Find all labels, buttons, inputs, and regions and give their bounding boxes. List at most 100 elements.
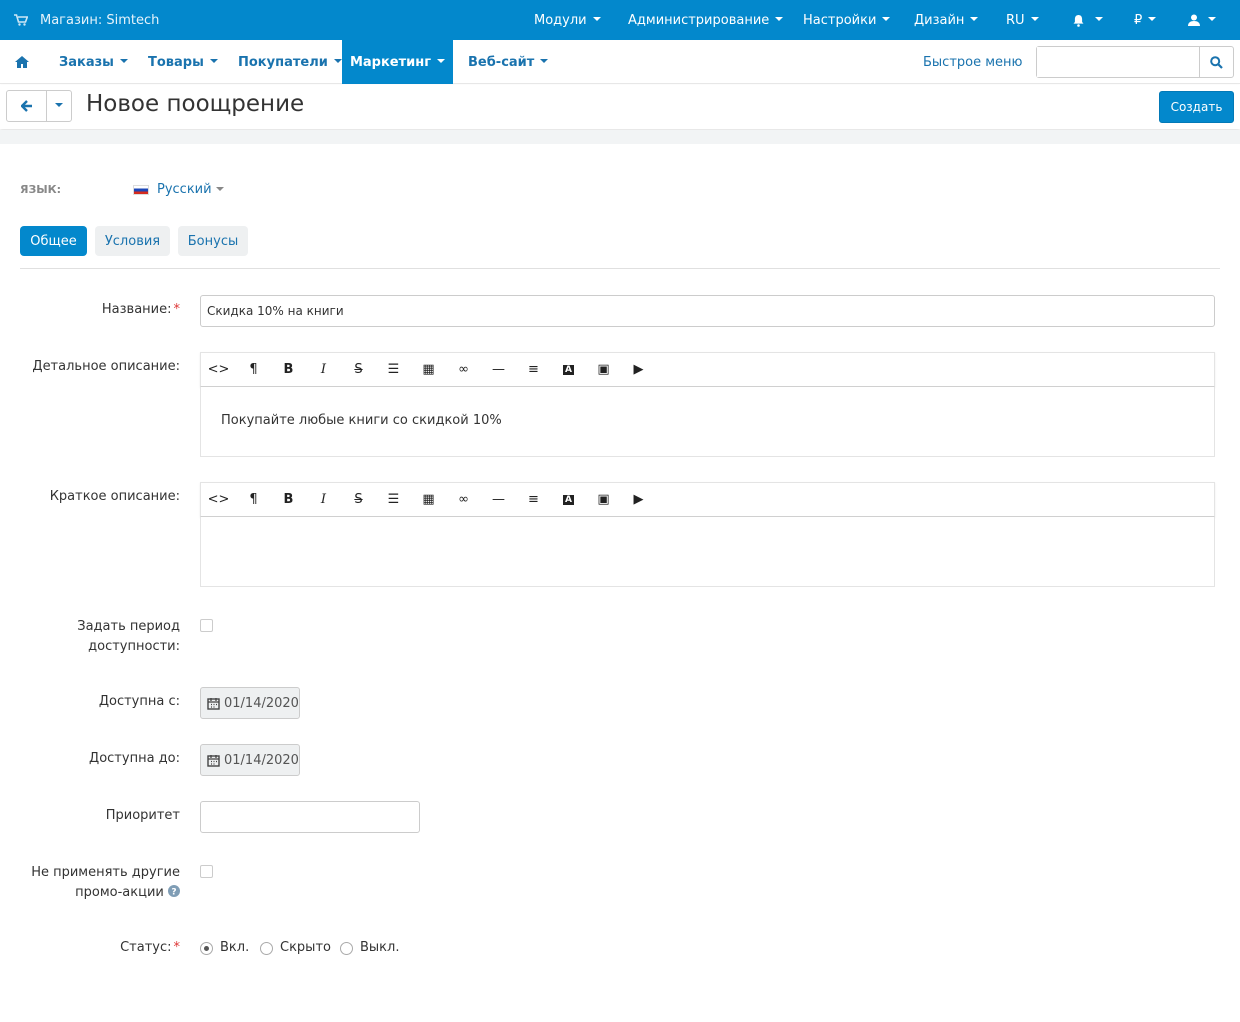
quick-menu-link[interactable]: Быстрое меню (923, 40, 1023, 84)
topnav-administration[interactable]: Администрирование (628, 0, 784, 40)
align-icon[interactable]: ≡ (516, 353, 551, 386)
code-view-icon[interactable]: <> (201, 483, 236, 516)
table-icon[interactable]: ▦ (411, 483, 446, 516)
priority-input[interactable] (200, 801, 420, 833)
short-description-textarea[interactable] (200, 517, 1215, 587)
home-icon (15, 56, 29, 68)
nav-website-label: Веб-сайт (468, 54, 535, 70)
topnav-currency[interactable]: ₽ (1134, 0, 1157, 40)
search-icon (1210, 55, 1223, 69)
topnav-administration-label: Администрирование (628, 12, 770, 28)
status-disabled-label[interactable]: Выкл. (360, 940, 399, 955)
status-hidden-label[interactable]: Скрыто (280, 940, 331, 955)
name-input[interactable] (200, 295, 1215, 327)
status-active-label[interactable]: Вкл. (220, 940, 249, 955)
store-switcher[interactable]: Магазин: Simtech (14, 0, 159, 40)
font-color-icon[interactable]: A (551, 353, 586, 386)
search-button[interactable] (1199, 47, 1233, 77)
tab-general[interactable]: Общее (20, 226, 87, 256)
topnav-language-label: RU (1006, 12, 1025, 28)
availability-period-label-line2: доступности: (88, 639, 180, 654)
home-link[interactable] (15, 40, 29, 84)
detail-description-textarea[interactable]: Покупайте любые книги со скидкой 10% (200, 387, 1215, 457)
image-icon[interactable]: ▣ (586, 483, 621, 516)
nav-website[interactable]: Веб-сайт (468, 40, 549, 84)
available-to-date[interactable]: 01/14/2020 (200, 744, 300, 776)
exclusive-promo-label-line2: промо-акции (75, 885, 164, 900)
unordered-list-icon[interactable]: ☰ (376, 483, 411, 516)
status-active-radio[interactable] (200, 942, 213, 955)
status-hidden-radio[interactable] (260, 942, 273, 955)
nav-marketing[interactable]: Маркетинг (342, 40, 453, 84)
strikethrough-icon[interactable]: S (341, 353, 376, 386)
detail-description-editor: <> ¶ B I S ☰ ▦ ∞ — ≡ A ▣ ▶ Покупайте люб… (200, 352, 1215, 457)
language-value: Русский (157, 182, 212, 197)
required-mark: * (173, 302, 181, 317)
paragraph-icon[interactable]: ¶ (236, 483, 271, 516)
topnav-profile[interactable] (1188, 0, 1216, 40)
exclusive-promo-label: Не применять другие промо-акции ? (31, 863, 180, 903)
topnav-modules[interactable]: Модули (534, 0, 601, 40)
chevron-down-icon (970, 17, 979, 21)
topnav-currency-label: ₽ (1134, 12, 1143, 28)
topnav-modules-label: Модули (534, 12, 587, 28)
create-button[interactable]: Создать (1159, 91, 1234, 123)
tab-conditions[interactable]: Условия (95, 226, 170, 256)
topnav-settings[interactable]: Настройки (803, 0, 891, 40)
chevron-down-icon (1148, 17, 1157, 21)
svg-text:?: ? (171, 888, 176, 898)
topnav-design[interactable]: Дизайн (914, 0, 979, 40)
align-icon[interactable]: ≡ (516, 483, 551, 516)
nav-products[interactable]: Товары (148, 40, 218, 84)
chevron-down-icon (437, 59, 446, 63)
nav-customers-label: Покупатели (238, 54, 328, 70)
paragraph-icon[interactable]: ¶ (236, 353, 271, 386)
tab-bonuses[interactable]: Бонусы (178, 226, 248, 256)
available-from-date[interactable]: 01/14/2020 (200, 687, 300, 719)
available-from-value: 01/14/2020 (224, 695, 299, 711)
exclusive-promo-checkbox[interactable] (200, 865, 213, 878)
italic-icon[interactable]: I (306, 353, 341, 386)
nav-customers[interactable]: Покупатели (238, 40, 342, 84)
chevron-down-icon (1030, 17, 1039, 21)
back-button-group (6, 90, 72, 122)
back-button[interactable] (7, 91, 47, 121)
page-title: Новое поощрение (86, 91, 305, 117)
back-history-dropdown[interactable] (47, 91, 71, 121)
video-icon[interactable]: ▶ (621, 483, 656, 516)
image-icon[interactable]: ▣ (586, 353, 621, 386)
question-circle-icon[interactable]: ? (168, 885, 180, 898)
chevron-down-icon (540, 59, 549, 63)
horizontal-rule-icon[interactable]: — (481, 483, 516, 516)
availability-period-checkbox[interactable] (200, 619, 213, 632)
link-icon[interactable]: ∞ (446, 483, 481, 516)
strikethrough-icon[interactable]: S (341, 483, 376, 516)
arrow-left-icon (20, 100, 32, 112)
topnav-language[interactable]: RU (1006, 0, 1039, 40)
chevron-down-icon (1095, 17, 1103, 21)
code-view-icon[interactable]: <> (201, 353, 236, 386)
horizontal-rule-icon[interactable]: — (481, 353, 516, 386)
italic-icon[interactable]: I (306, 483, 341, 516)
status-label: Статус: * (120, 938, 180, 958)
nav-orders[interactable]: Заказы (59, 40, 128, 84)
chevron-down-icon (119, 59, 128, 63)
store-name: Магазин: Simtech (40, 12, 160, 28)
link-icon[interactable]: ∞ (446, 353, 481, 386)
language-selector[interactable]: Русский (133, 182, 224, 197)
chevron-down-icon (209, 59, 218, 63)
bold-icon[interactable]: B (271, 483, 306, 516)
table-icon[interactable]: ▦ (411, 353, 446, 386)
availability-period-label: Задать период доступности: (77, 617, 180, 657)
detail-description-label: Детальное описание: (32, 359, 180, 374)
bold-icon[interactable]: B (271, 353, 306, 386)
cart-icon (14, 14, 28, 26)
font-color-icon[interactable]: A (551, 483, 586, 516)
video-icon[interactable]: ▶ (621, 353, 656, 386)
status-disabled-radio[interactable] (340, 942, 353, 955)
bell-icon (1073, 14, 1084, 27)
search-input[interactable] (1037, 47, 1201, 77)
name-label: Название: * (102, 300, 180, 320)
topnav-notifications[interactable] (1072, 0, 1103, 40)
unordered-list-icon[interactable]: ☰ (376, 353, 411, 386)
